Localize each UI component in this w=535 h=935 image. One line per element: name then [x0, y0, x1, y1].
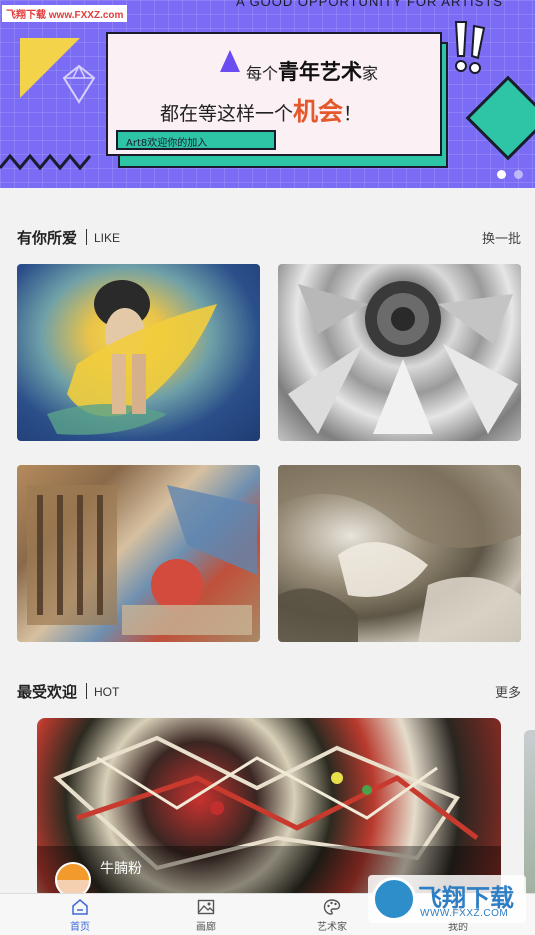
title-divider	[86, 683, 87, 699]
banner-tagline: A GOOD OPPORTUNITY FOR ARTISTS	[236, 0, 503, 9]
artwork-image	[278, 465, 521, 642]
artwork-card[interactable]	[278, 264, 521, 441]
hot-section-header: 最受欢迎 HOT 更多	[17, 681, 521, 701]
banner-headline-1: 每个青年艺术家	[246, 60, 379, 84]
nav-gallery[interactable]: 画廊	[166, 898, 246, 933]
next-card-peek[interactable]	[524, 730, 535, 900]
watermark-top: 飞翔下载 www.FXXZ.com	[2, 5, 128, 22]
section-title: 有你所爱	[17, 229, 78, 247]
watermark-logo: 飞翔下载 WWW.FXXZ.COM	[368, 875, 526, 923]
carousel-dot[interactable]	[514, 170, 523, 179]
home-icon	[72, 899, 88, 915]
nav-label: 艺术家	[317, 922, 347, 933]
art8-logo-icon	[220, 50, 240, 72]
banner-headline-2: 都在等这样一个机会！	[160, 97, 363, 126]
artwork-image	[47, 280, 217, 435]
fxxz-logo-icon	[372, 877, 416, 921]
watermark-url: WWW.FXXZ.COM	[420, 908, 509, 919]
nav-artists[interactable]: 艺术家	[292, 898, 372, 933]
like-section-header: 有你所爱 LIKE 换一批	[17, 227, 521, 247]
artwork-card[interactable]	[17, 264, 260, 441]
app-page: A GOOD OPPORTUNITY FOR ARTISTS 每个青年艺术家 都…	[0, 0, 535, 935]
artist-name[interactable]: 牛腩粉	[100, 858, 142, 878]
section-title: 最受欢迎	[17, 683, 78, 701]
artwork-image	[27, 485, 257, 635]
zigzag-decoration	[0, 153, 92, 171]
refresh-batch-button[interactable]: 换一批	[482, 228, 521, 247]
artwork-card[interactable]	[278, 465, 521, 642]
artwork-card[interactable]	[17, 465, 260, 642]
exclamation-icon	[454, 21, 486, 74]
banner-card: 每个青年艺术家 都在等这样一个机会！ Art8欢迎你的加入	[106, 32, 442, 156]
carousel-dot[interactable]	[497, 170, 506, 179]
nav-label: 画廊	[196, 922, 216, 933]
banner-welcome-tag: Art8欢迎你的加入	[116, 130, 276, 150]
artwork-image	[288, 281, 518, 434]
section-subtitle: LIKE	[94, 231, 121, 245]
avatar-image	[57, 864, 89, 880]
title-divider	[86, 229, 87, 245]
diamond-icon	[62, 64, 96, 104]
more-button[interactable]: 更多	[495, 682, 521, 701]
nav-home[interactable]: 首页	[40, 898, 120, 933]
carousel-indicator	[497, 170, 523, 179]
section-subtitle: HOT	[94, 685, 120, 699]
nav-label: 首页	[70, 922, 90, 933]
gallery-icon	[197, 899, 215, 915]
palette-icon	[323, 899, 341, 915]
hot-artwork-card[interactable]: 牛腩粉	[37, 718, 501, 898]
banner-carousel[interactable]: A GOOD OPPORTUNITY FOR ARTISTS 每个青年艺术家 都…	[0, 0, 535, 188]
